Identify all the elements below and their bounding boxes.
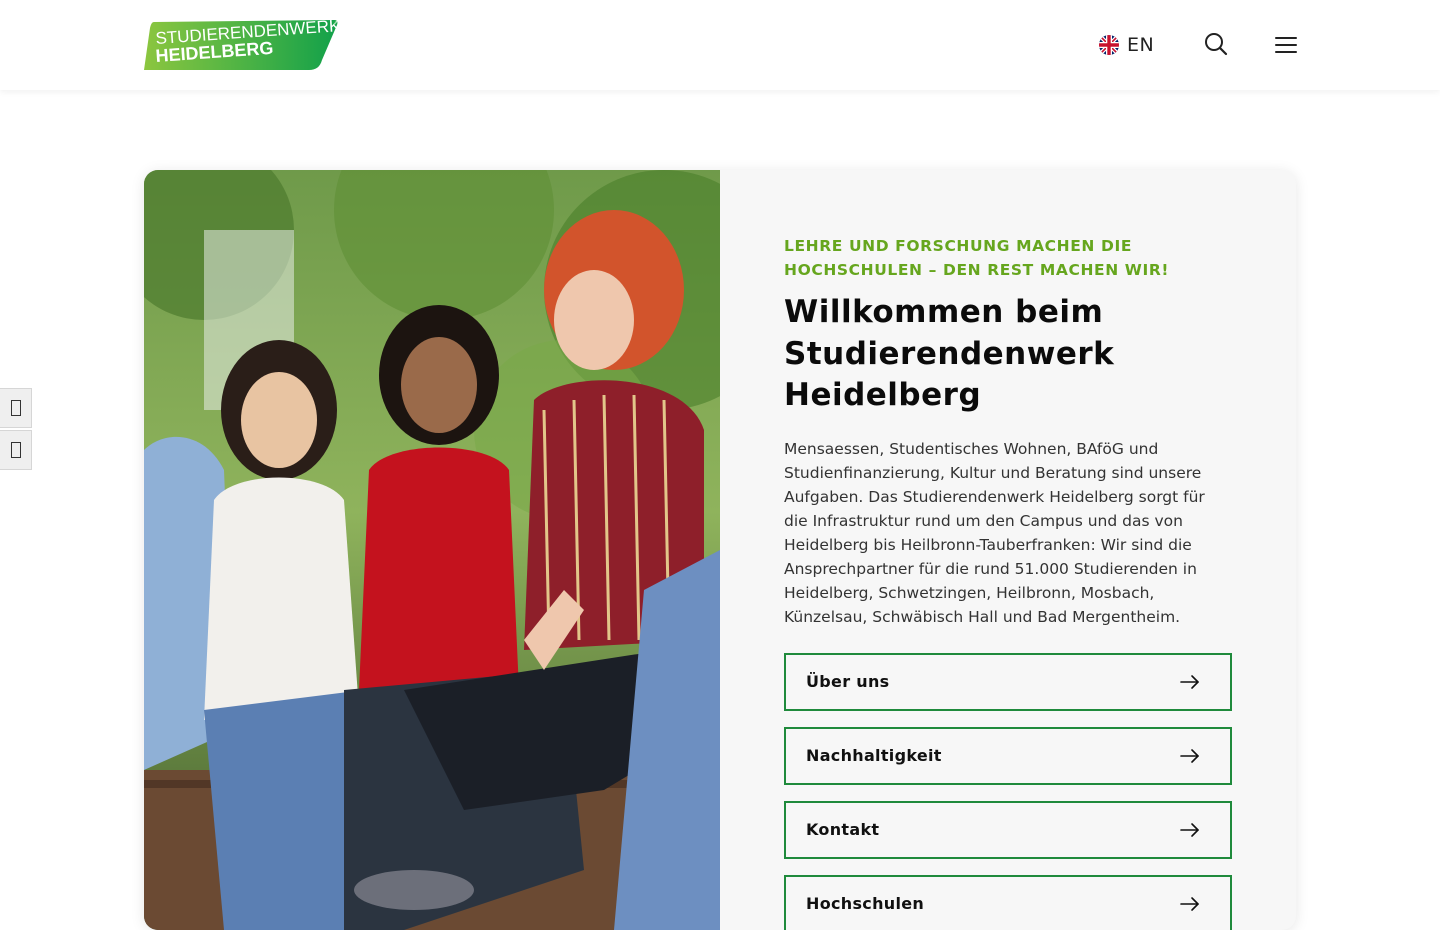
studierendenwerk-logo[interactable]: STUDIERENDENWERK HEIDELBERG ®: [144, 18, 340, 72]
logo-registered-mark: ®: [333, 20, 338, 27]
menu-button[interactable]: [1274, 33, 1298, 57]
arrow-right-icon: [1180, 748, 1200, 764]
hero-content: LEHRE UND FORSCHUNG MACHEN DIE HOCHSCHUL…: [784, 234, 1232, 930]
accessibility-tool-icon: [11, 400, 21, 416]
uk-flag-icon: [1099, 35, 1119, 55]
page-title: Willkommen beim Studierendenwerk Heidelb…: [784, 292, 1232, 417]
link-label: Kontakt: [806, 820, 879, 839]
language-label: EN: [1127, 34, 1154, 56]
link-ueber-uns[interactable]: Über uns: [784, 653, 1232, 711]
students-photo-illustration: [144, 170, 720, 930]
link-label: Über uns: [806, 672, 889, 691]
hero-description: Mensaessen, Studentisches Wohnen, BAföG …: [784, 437, 1232, 629]
side-tool-button-2[interactable]: [0, 430, 32, 470]
hamburger-menu-icon: [1274, 33, 1298, 57]
site-header: STUDIERENDENWERK HEIDELBERG ® EN: [0, 0, 1440, 90]
search-button[interactable]: [1204, 32, 1228, 58]
hero-link-list: Über uns Nachhaltigkeit Kontakt: [784, 653, 1232, 930]
search-icon: [1204, 32, 1228, 58]
link-hochschulen[interactable]: Hochschulen: [784, 875, 1232, 930]
hero-photo-students: [144, 170, 720, 930]
accessibility-tool-icon: [11, 442, 21, 458]
link-kontakt[interactable]: Kontakt: [784, 801, 1232, 859]
side-toolbar: [0, 388, 32, 472]
hero-kicker: LEHRE UND FORSCHUNG MACHEN DIE HOCHSCHUL…: [784, 234, 1232, 282]
arrow-right-icon: [1180, 896, 1200, 912]
arrow-right-icon: [1180, 674, 1200, 690]
link-label: Nachhaltigkeit: [806, 746, 942, 765]
language-switcher[interactable]: EN: [1099, 32, 1154, 58]
link-label: Hochschulen: [806, 894, 924, 913]
link-nachhaltigkeit[interactable]: Nachhaltigkeit: [784, 727, 1232, 785]
arrow-right-icon: [1180, 822, 1200, 838]
hero-card: LEHRE UND FORSCHUNG MACHEN DIE HOCHSCHUL…: [144, 170, 1296, 930]
logo-graphic: STUDIERENDENWERK HEIDELBERG ®: [144, 18, 340, 72]
side-tool-button-1[interactable]: [0, 388, 32, 428]
